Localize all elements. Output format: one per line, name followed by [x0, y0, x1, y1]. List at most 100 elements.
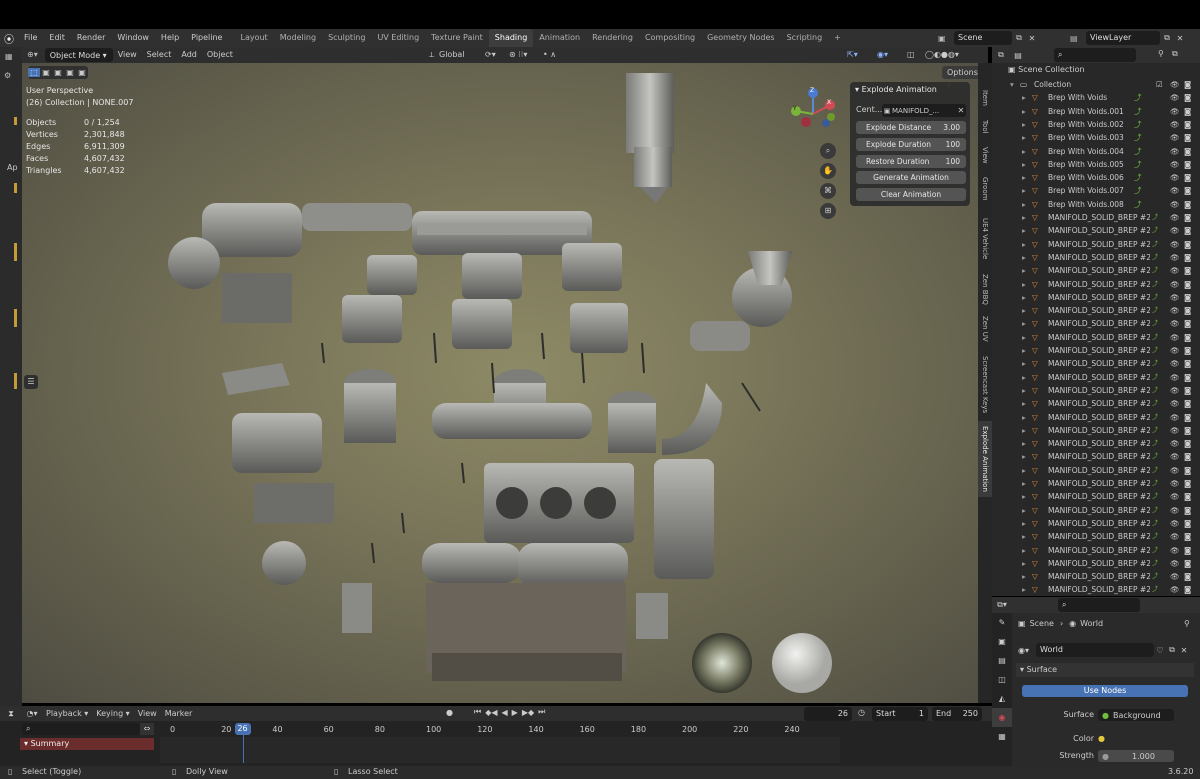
jump-end-icon[interactable]: ⏭ [538, 707, 545, 717]
auto-key-icon[interactable]: ◔▾ [22, 709, 42, 718]
expand-arrow-icon[interactable]: ▸ [1022, 477, 1026, 490]
pin-icon[interactable]: ⚲ [1184, 619, 1190, 628]
outliner-item[interactable]: ▸ ▽ MANIFOLD_SOLID_BREP #222 ⤴ 👁 ◙ [992, 371, 1200, 384]
snap-icon[interactable]: ⊛ ⁝⁝▾ [504, 47, 532, 63]
surface-panel-header[interactable]: ▾ Surface [1016, 663, 1194, 677]
play-reverse-icon[interactable]: ◀ [502, 708, 508, 717]
expand-arrow-icon[interactable]: ▸ [1022, 557, 1026, 570]
visibility-eye-icon[interactable]: 👁 [1170, 145, 1180, 158]
expand-arrow-icon[interactable]: ▸ [1022, 131, 1026, 144]
render-camera-icon[interactable]: ◙ [1184, 450, 1191, 463]
visibility-eye-icon[interactable]: 👁 [1170, 317, 1180, 330]
expand-arrow-icon[interactable]: ▸ [1022, 304, 1026, 317]
scene-collection-row[interactable]: ▣ Scene Collection [1008, 65, 1085, 74]
render-camera-icon[interactable]: ◙ [1184, 91, 1191, 104]
render-tab-icon[interactable]: ▣ [992, 632, 1012, 651]
add-workspace-button[interactable]: + [828, 29, 847, 47]
tab-groom[interactable]: Groom [978, 173, 992, 205]
expand-arrow-icon[interactable]: ▸ [1022, 331, 1026, 344]
render-camera-icon[interactable]: ◙ [1184, 118, 1191, 131]
expand-arrow-icon[interactable]: ▸ [1022, 91, 1026, 104]
editor-type-icon[interactable]: ⧉ [992, 50, 1010, 60]
menu-help[interactable]: Help [155, 29, 185, 47]
render-camera-icon[interactable]: ◙ [1184, 464, 1191, 477]
center-object-field[interactable]: ▣ MANIFOLD_... ✕ [882, 104, 966, 117]
tab-texture-paint[interactable]: Texture Paint [425, 29, 489, 47]
visibility-eye-icon[interactable]: 👁 [1170, 464, 1180, 477]
scene-close-icon[interactable]: ✕ [1026, 34, 1038, 43]
properties-search-input[interactable]: ⌕ [1058, 598, 1140, 612]
tab-scripting[interactable]: Scripting [781, 29, 829, 47]
object-menu[interactable]: Object [202, 47, 238, 63]
expand-arrow-icon[interactable]: ▸ [1022, 411, 1026, 424]
checkbox-icon[interactable]: ☑ [1156, 78, 1163, 91]
render-camera-icon[interactable]: ◙ [1184, 583, 1191, 596]
visibility-eye-icon[interactable]: 👁 [1170, 224, 1180, 237]
render-camera-icon[interactable]: ◙ [1184, 371, 1191, 384]
outliner-item[interactable]: ▸ ▽ MANIFOLD_SOLID_BREP #218 ⤴ 👁 ◙ [992, 224, 1200, 237]
outliner-item[interactable]: ▸ ▽ Brep With Voids ⤴ 👁 ◙ [992, 91, 1200, 104]
jump-key-forward-icon[interactable]: ▶◆ [522, 708, 534, 717]
camera-icon[interactable]: ⌘ [820, 183, 836, 199]
render-camera-icon[interactable]: ◙ [1184, 105, 1191, 118]
outliner-item[interactable]: ▸ ▽ Brep With Voids.007 ⤴ 👁 ◙ [992, 184, 1200, 197]
render-camera-icon[interactable]: ◙ [1184, 158, 1191, 171]
outliner-item[interactable]: ▸ ▽ MANIFOLD_SOLID_BREP #222 ⤴ 👁 ◙ [992, 450, 1200, 463]
expand-arrow-icon[interactable]: ▸ [1022, 198, 1026, 211]
outliner-item[interactable]: ▸ ▽ MANIFOLD_SOLID_BREP #218 ⤴ 👁 ◙ [992, 251, 1200, 264]
render-camera-icon[interactable]: ◙ [1184, 251, 1191, 264]
expand-arrow-icon[interactable]: ▸ [1022, 544, 1026, 557]
color-socket-icon[interactable]: ● [1098, 734, 1105, 743]
select-intersect-icon[interactable]: ▣ [76, 68, 88, 77]
expand-arrow-icon[interactable]: ▸ [1022, 424, 1026, 437]
clock-icon[interactable]: ◷ [858, 708, 865, 717]
tab-modeling[interactable]: Modeling [274, 29, 322, 47]
visibility-eye-icon[interactable]: 👁 [1170, 384, 1180, 397]
outliner-item[interactable]: ▸ ▽ Brep With Voids.006 ⤴ 👁 ◙ [992, 171, 1200, 184]
visibility-eye-icon[interactable]: 👁 [1170, 397, 1180, 410]
toolbar-toggle-icon[interactable]: ☰ [24, 375, 38, 389]
output-tab-icon[interactable]: ▤ [992, 651, 1012, 670]
new-collection-icon[interactable]: ⧉ [1172, 49, 1178, 59]
editor-type-icon[interactable]: ⊕▾ [22, 47, 43, 63]
visibility-eye-icon[interactable]: 👁 [1170, 530, 1180, 543]
jump-start-icon[interactable]: ⏮ [474, 707, 481, 717]
outliner-item[interactable]: ▸ ▽ MANIFOLD_SOLID_BREP #218 ⤴ 👁 ◙ [992, 211, 1200, 224]
outliner-item[interactable]: ▸ ▽ MANIFOLD_SOLID_BREP #222 ⤴ 👁 ◙ [992, 411, 1200, 424]
expand-arrow-icon[interactable]: ▾ [1010, 78, 1014, 91]
xray-icon[interactable]: ◫ [902, 47, 920, 63]
tab-view[interactable]: View [978, 143, 992, 167]
proportional-icon[interactable]: • ∧ [538, 47, 561, 63]
playback-menu[interactable]: Playback ▾ [42, 709, 92, 718]
visibility-eye-icon[interactable]: 👁 [1170, 131, 1180, 144]
outliner-item[interactable]: ▸ ▽ MANIFOLD_SOLID_BREP #222 ⤴ 👁 ◙ [992, 477, 1200, 490]
render-camera-icon[interactable]: ◙ [1184, 477, 1191, 490]
visibility-eye-icon[interactable]: 👁 [1170, 78, 1180, 91]
timeline-search-input[interactable]: ⌕ [22, 723, 140, 735]
visibility-eye-icon[interactable]: 👁 [1170, 424, 1180, 437]
play-icon[interactable]: ▶ [512, 708, 518, 717]
outliner-item[interactable]: ▸ ▽ MANIFOLD_SOLID_BREP #218 ⤴ 👁 ◙ [992, 264, 1200, 277]
blender-logo-icon[interactable]: ⦿ [0, 31, 18, 46]
marker-menu[interactable]: Marker [161, 709, 197, 718]
render-camera-icon[interactable]: ◙ [1184, 184, 1191, 197]
gizmo-toggle-icon[interactable]: ⇱▾ [842, 47, 863, 63]
visibility-eye-icon[interactable]: 👁 [1170, 264, 1180, 277]
visibility-eye-icon[interactable]: 👁 [1170, 238, 1180, 251]
filter-icon[interactable]: ⚲ [1158, 49, 1164, 58]
visibility-eye-icon[interactable]: 👁 [1170, 371, 1180, 384]
tab-ue4-vehicle[interactable]: UE4 Vehicle [978, 211, 992, 267]
3d-viewport[interactable]: User Perspective (26) Collection | NONE.… [22, 63, 978, 703]
menu-pipeline[interactable]: Pipeline [185, 29, 228, 47]
render-camera-icon[interactable]: ◙ [1184, 357, 1191, 370]
expand-arrow-icon[interactable]: ▸ [1022, 437, 1026, 450]
view-menu[interactable]: View [134, 709, 161, 718]
outliner-item[interactable]: ▸ ▽ MANIFOLD_SOLID_BREP #222 ⤴ 👁 ◙ [992, 490, 1200, 503]
visibility-eye-icon[interactable]: 👁 [1170, 437, 1180, 450]
visibility-eye-icon[interactable]: 👁 [1170, 184, 1180, 197]
render-camera-icon[interactable]: ◙ [1184, 557, 1191, 570]
menu-window[interactable]: Window [111, 29, 155, 47]
generate-animation-button[interactable]: Generate Animation [856, 171, 966, 184]
overlay-toggle-icon[interactable]: ◉▾ [872, 47, 893, 63]
outliner-item[interactable]: ▸ ▽ Brep With Voids.008 ⤴ 👁 ◙ [992, 198, 1200, 211]
